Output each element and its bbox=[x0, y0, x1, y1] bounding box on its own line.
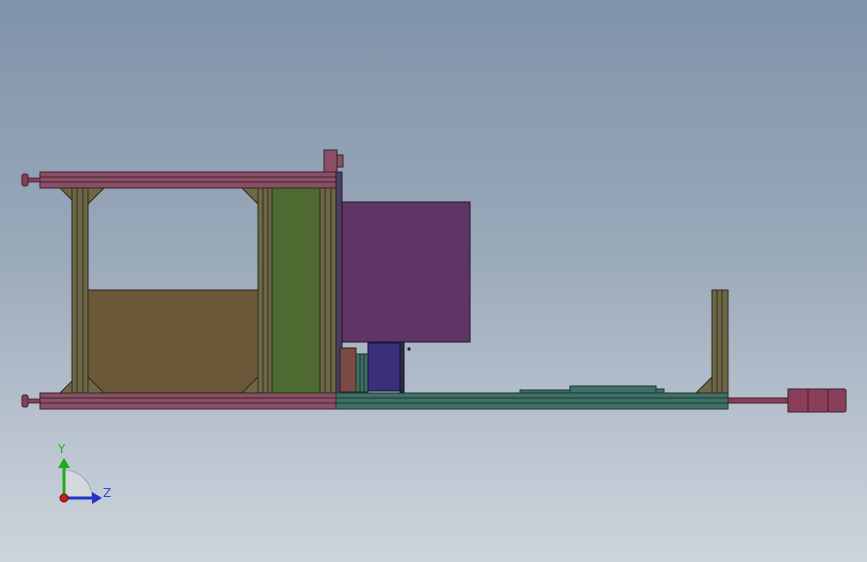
tan-panel[interactable] bbox=[87, 289, 259, 394]
top-rail[interactable] bbox=[39, 171, 337, 189]
x-axis-origin bbox=[59, 493, 69, 503]
purple-enclosure[interactable] bbox=[341, 201, 471, 343]
top-left-pin[interactable] bbox=[21, 173, 41, 187]
motor-assembly[interactable] bbox=[339, 341, 411, 393]
right-handle[interactable] bbox=[727, 388, 847, 413]
base-plate[interactable] bbox=[335, 392, 729, 410]
z-axis-label: Z bbox=[103, 486, 112, 500]
bottom-rail[interactable] bbox=[39, 392, 337, 410]
left-post[interactable] bbox=[71, 187, 89, 394]
top-mount-block[interactable] bbox=[323, 149, 344, 173]
green-panel[interactable] bbox=[271, 187, 321, 394]
y-axis-label: Y bbox=[58, 442, 66, 456]
middle-post[interactable] bbox=[257, 187, 273, 394]
bottom-left-pin[interactable] bbox=[21, 394, 41, 408]
right-upright[interactable] bbox=[694, 289, 729, 394]
model-view[interactable] bbox=[0, 0, 867, 562]
coordinate-triad[interactable] bbox=[58, 458, 102, 504]
base-fittings bbox=[519, 385, 665, 394]
cad-viewport[interactable]: Y Z bbox=[0, 0, 867, 562]
right-post[interactable] bbox=[319, 187, 337, 394]
